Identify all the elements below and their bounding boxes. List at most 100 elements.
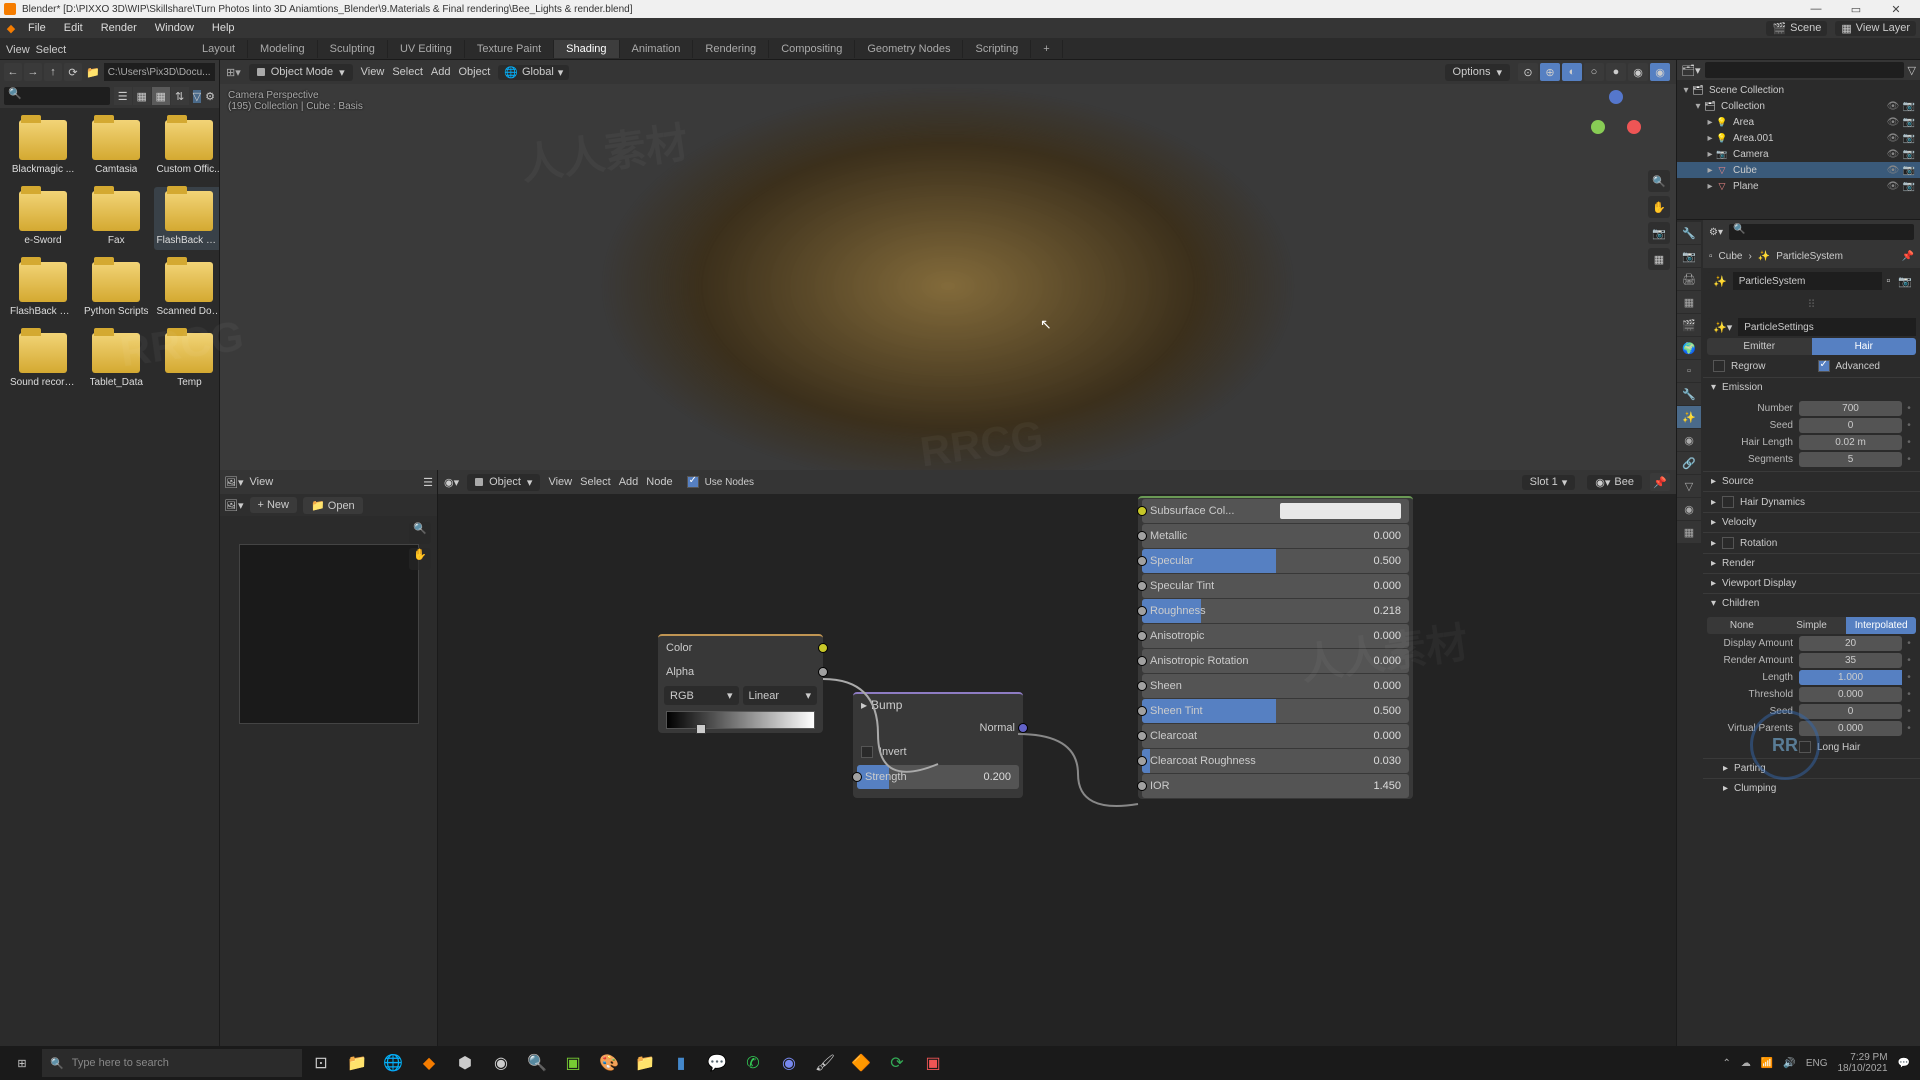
image-preview[interactable] xyxy=(239,544,419,724)
transform-orientation[interactable]: 🌐Global▾ xyxy=(498,65,569,80)
workspace-tab-layout[interactable]: Layout xyxy=(190,40,248,58)
fb-view-thumb-lg[interactable]: ▦ xyxy=(152,87,170,105)
workspace-add-button[interactable]: + xyxy=(1031,40,1062,58)
taskbar-app-icon[interactable]: ⬢ xyxy=(448,1048,482,1078)
advanced-checkbox[interactable]: Advanced xyxy=(1812,357,1917,375)
outliner-item-plane[interactable]: ▸▽Plane👁📷 xyxy=(1677,178,1920,194)
workspace-tab-scripting[interactable]: Scripting xyxy=(963,40,1031,58)
image-browse-icon[interactable]: 🖼▾ xyxy=(224,499,244,512)
section-rotation[interactable]: ▸Rotation xyxy=(1703,533,1920,553)
taskbar-app10-icon[interactable]: ▣ xyxy=(916,1048,950,1078)
fb-folder-item[interactable]: Temp xyxy=(154,329,219,392)
bsdf-anisotropic-slider[interactable]: Anisotropic0.000 xyxy=(1142,624,1409,648)
ps-settings-icon[interactable]: 📷 xyxy=(1894,275,1916,288)
tray-chevron-icon[interactable]: ⌃ xyxy=(1723,1058,1731,1069)
viewport-menu-select[interactable]: Select xyxy=(392,66,423,78)
taskbar-app4-icon[interactable]: 🎨 xyxy=(592,1048,626,1078)
image-open-button[interactable]: 📁 Open xyxy=(303,497,363,514)
prop-settings-icon[interactable]: ⚙▾ xyxy=(1709,227,1723,238)
zoom-icon[interactable]: 🔍 xyxy=(1648,170,1670,192)
visibility-eye-icon[interactable]: 👁 xyxy=(1886,133,1900,144)
img-interpolation[interactable]: Linear▾ xyxy=(743,686,818,705)
render-enable-icon[interactable]: 📷 xyxy=(1902,101,1916,112)
visibility-eye-icon[interactable]: 👁 xyxy=(1886,101,1900,112)
shader-type-selector[interactable]: Object▾ xyxy=(467,474,540,491)
bsdf-specular-tint-slider[interactable]: Specular Tint0.000 xyxy=(1142,574,1409,598)
topbar-view[interactable]: View xyxy=(6,44,30,56)
menu-render[interactable]: Render xyxy=(93,20,145,36)
bump-invert-checkbox[interactable] xyxy=(861,746,873,758)
task-view-icon[interactable]: ⊡ xyxy=(304,1048,338,1078)
material-slot-selector[interactable]: Slot 1▾ xyxy=(1522,475,1576,490)
fb-newfolder-button[interactable]: 📁 xyxy=(86,66,100,79)
taskbar-explorer-icon[interactable]: 📁 xyxy=(340,1048,374,1078)
emission-section-header[interactable]: ▾Emission xyxy=(1703,378,1920,397)
image-zoom-icon[interactable]: 🔍 xyxy=(409,522,431,544)
material-selector[interactable]: ◉▾ Bee xyxy=(1587,475,1642,490)
prop-tab-tool[interactable]: 🔧 xyxy=(1677,222,1701,244)
tray-lang[interactable]: ENG xyxy=(1806,1058,1828,1069)
children-render-amount[interactable]: 35 xyxy=(1799,653,1902,668)
shader-menu-add[interactable]: Add xyxy=(619,476,639,488)
fb-path-input[interactable]: C:\Users\Pix3D\Docu... xyxy=(104,63,215,81)
principled-bsdf-node[interactable]: Subsurface Col...Metallic0.000Specular0.… xyxy=(1138,496,1413,799)
bsdf-specular-slider[interactable]: Specular0.500 xyxy=(1142,549,1409,573)
bsdf-roughness-slider[interactable]: Roughness0.218 xyxy=(1142,599,1409,623)
workspace-tab-texture-paint[interactable]: Texture Paint xyxy=(465,40,554,58)
bsdf-metallic-slider[interactable]: Metallic0.000 xyxy=(1142,524,1409,548)
prop-tab-texture[interactable]: ▦ xyxy=(1677,521,1701,543)
taskbar-app6-icon[interactable]: ▮ xyxy=(664,1048,698,1078)
prop-tab-physics[interactable]: ◉ xyxy=(1677,429,1701,451)
viewport-solid[interactable]: ● xyxy=(1606,63,1626,81)
menu-edit[interactable]: Edit xyxy=(56,20,91,36)
bsdf-anisotropic-rotation-slider[interactable]: Anisotropic Rotation0.000 xyxy=(1142,649,1409,673)
workspace-tab-rendering[interactable]: Rendering xyxy=(693,40,769,58)
window-close-button[interactable]: ✕ xyxy=(1876,0,1916,18)
fb-folder-item[interactable]: FlashBack Pr... xyxy=(8,258,78,321)
bsdf-ior-slider[interactable]: IOR1.450 xyxy=(1142,774,1409,798)
emission-hairlength[interactable]: 0.02 m xyxy=(1799,435,1902,450)
children-threshold[interactable]: 0.000 xyxy=(1799,687,1902,702)
outliner-item-collection[interactable]: ▾🗂Collection👁📷 xyxy=(1677,98,1920,114)
bump-strength-slider[interactable]: Strength 0.200 xyxy=(857,765,1019,789)
taskbar-blender-icon[interactable]: ◆ xyxy=(412,1048,446,1078)
fb-folder-item[interactable]: FlashBack Mo... xyxy=(154,187,219,250)
section-clumping[interactable]: ▸Clumping xyxy=(1703,779,1920,798)
shader-menu-select[interactable]: Select xyxy=(580,476,611,488)
bump-header[interactable]: ▸Bump xyxy=(853,694,1023,716)
fb-sort[interactable]: ⇅ xyxy=(171,87,189,105)
outliner-search[interactable] xyxy=(1705,62,1904,78)
prop-search[interactable]: 🔍 xyxy=(1729,224,1914,240)
mode-selector[interactable]: Object Mode▾ xyxy=(249,64,353,81)
fb-folder-item[interactable]: Camtasia xyxy=(82,116,150,179)
children-length[interactable]: 1.000 xyxy=(1799,670,1902,685)
viewport-matprev[interactable]: ◉ xyxy=(1628,63,1648,81)
fb-search-input[interactable]: 🔍 xyxy=(4,87,110,105)
outliner-item-cube[interactable]: ▸▽Cube👁📷 xyxy=(1677,162,1920,178)
render-enable-icon[interactable]: 📷 xyxy=(1902,117,1916,128)
bsdf-clearcoat-roughness-slider[interactable]: Clearcoat Roughness0.030 xyxy=(1142,749,1409,773)
bsdf-subsurface-col--slider[interactable]: Subsurface Col... xyxy=(1142,499,1409,523)
fb-up-button[interactable]: ↑ xyxy=(44,63,62,81)
options-dropdown[interactable]: Options▾ xyxy=(1445,64,1510,81)
topbar-select[interactable]: Select xyxy=(36,44,67,56)
taskbar-sync-icon[interactable]: ⟳ xyxy=(880,1048,914,1078)
bsdf-sheen-tint-slider[interactable]: Sheen Tint0.500 xyxy=(1142,699,1409,723)
image-texture-node[interactable]: Color Alpha RGB▾ Linear▾ xyxy=(658,634,823,733)
use-nodes-checkbox[interactable]: Use Nodes xyxy=(681,473,760,491)
fb-folder-item[interactable]: Tablet_Data xyxy=(82,329,150,392)
shader-editor-type-icon[interactable]: ◉▾ xyxy=(444,476,459,489)
fb-folder-item[interactable]: Python Scripts xyxy=(82,258,150,321)
prop-tab-data[interactable]: ▽ xyxy=(1677,475,1701,497)
window-maximize-button[interactable]: ▭ xyxy=(1836,0,1876,18)
children-mode-selector[interactable]: None Simple Interpolated xyxy=(1707,617,1916,634)
workspace-tab-sculpting[interactable]: Sculpting xyxy=(318,40,388,58)
outliner-item-area-001[interactable]: ▸💡Area.001👁📷 xyxy=(1677,130,1920,146)
fb-forward-button[interactable]: → xyxy=(24,63,42,81)
outliner-type-icon[interactable]: 🗂▾ xyxy=(1681,64,1701,77)
section-viewport-display[interactable]: ▸Viewport Display xyxy=(1703,574,1920,593)
viewport-menu-object[interactable]: Object xyxy=(458,66,490,78)
image-pan-icon[interactable]: ✋ xyxy=(409,548,431,570)
particle-settings-name[interactable]: ✨▾ParticleSettings xyxy=(1707,318,1916,336)
children-section-header[interactable]: ▾Children xyxy=(1703,594,1920,613)
